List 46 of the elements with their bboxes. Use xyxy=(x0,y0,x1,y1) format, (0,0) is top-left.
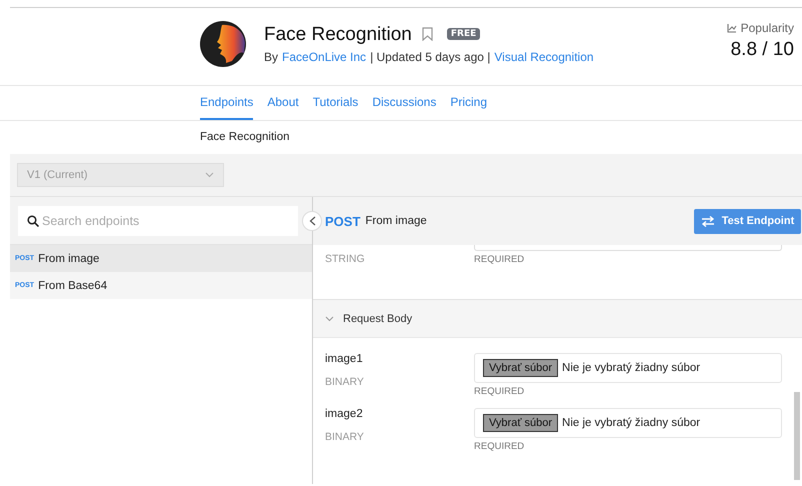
param-name: image1 xyxy=(325,353,364,365)
swap-icon xyxy=(700,216,715,226)
scrollbar[interactable] xyxy=(794,392,800,480)
file-field[interactable]: Vybrať súbor Nie je vybratý žiadny súbor xyxy=(474,353,782,383)
file-status: Nie je vybratý žiadny súbor xyxy=(562,417,700,429)
file-field[interactable]: Vybrať súbor Nie je vybratý žiadny súbor xyxy=(474,408,782,438)
file-status: Nie je vybratý žiadny súbor xyxy=(562,362,700,374)
popularity-value: 8.8 / 10 xyxy=(730,39,794,61)
chevron-left-icon xyxy=(308,216,316,226)
choose-file-button[interactable]: Vybrať súbor xyxy=(483,414,558,432)
api-title: Face Recognition xyxy=(264,24,412,46)
tab[interactable]: Discussions xyxy=(372,86,436,120)
chevron-down-icon xyxy=(325,316,334,322)
category-link[interactable]: Visual Recognition xyxy=(494,50,594,64)
search-field[interactable]: Search endpoints xyxy=(18,206,298,236)
bookmark-icon[interactable] xyxy=(422,26,433,40)
tab[interactable]: Tutorials xyxy=(312,86,358,120)
tab[interactable]: Endpoints xyxy=(200,86,254,120)
endpoint-group-title: Face Recognition xyxy=(200,131,290,143)
param-type: BINARY xyxy=(325,376,365,388)
endpoint-title: From image xyxy=(365,215,427,227)
choose-file-button[interactable]: Vybrať súbor xyxy=(483,359,558,377)
text-field[interactable] xyxy=(474,245,782,251)
endpoint-name: From Base64 xyxy=(38,280,108,292)
provider-link[interactable]: FaceOnLive Inc xyxy=(282,50,366,64)
param-type: STRING xyxy=(325,253,366,265)
by-label: By xyxy=(264,50,278,64)
tab[interactable]: Pricing xyxy=(450,86,488,120)
tab[interactable]: About xyxy=(267,86,299,120)
collapse-button[interactable] xyxy=(302,211,322,231)
request-body-header[interactable]: Request Body xyxy=(313,300,802,338)
updated-text: | Updated 5 days ago | xyxy=(370,50,490,64)
popularity-label: Popularity xyxy=(740,21,794,35)
param-name: image2 xyxy=(325,408,364,420)
required-label: REQUIRED xyxy=(474,386,526,397)
endpoint-name: From image xyxy=(38,252,100,264)
free-badge: FREE xyxy=(446,28,480,40)
required-label: REQUIRED xyxy=(474,441,526,452)
param-type: BINARY xyxy=(325,431,365,443)
method-label: POST xyxy=(325,214,360,228)
version-dropdown[interactable]: V1 (Current) xyxy=(17,163,224,187)
trend-icon xyxy=(726,23,737,33)
logo-icon xyxy=(200,21,246,67)
required-label: REQUIRED xyxy=(474,254,526,265)
test-endpoint-button[interactable]: Test Endpoint xyxy=(694,208,801,234)
chevron-down-icon xyxy=(205,172,214,178)
